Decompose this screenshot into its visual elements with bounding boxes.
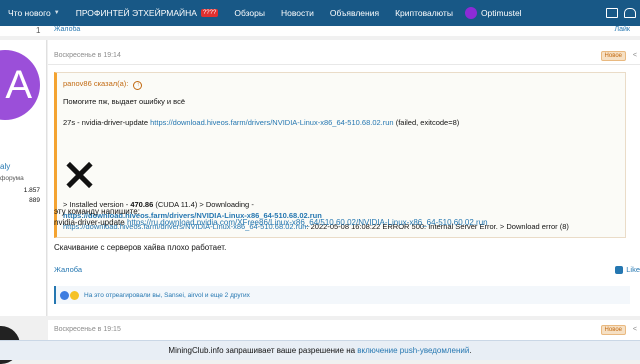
report-link[interactable]: Жалоба (54, 265, 82, 274)
nav-item-news[interactable]: Новости (273, 0, 322, 26)
previous-post-footer: 1 Жалоба Лайк (0, 26, 640, 36)
author-role: форума (0, 175, 24, 182)
wow-reaction-icon (70, 290, 79, 300)
author-sidebar: A aly форума 1.857 889 (0, 40, 47, 316)
nav-item-whats-new[interactable]: Что нового ▼ (0, 0, 68, 26)
share-icon[interactable]: < (633, 326, 637, 333)
nav-item-label: Что нового (8, 8, 51, 18)
quote-author-label: panov86 сказал(а): (63, 79, 129, 88)
thumbs-up-icon (615, 265, 624, 274)
post-text: эту команду напишите: (54, 207, 140, 216)
divider (48, 64, 640, 65)
like-label: Like (626, 265, 640, 274)
chevron-down-icon: ▼ (53, 10, 60, 16)
post-date[interactable]: Воскресенье в 19:14 (54, 52, 121, 59)
author-stat-reactions: 889 (29, 197, 40, 204)
arrow-up-icon[interactable]: ↑ (133, 81, 143, 90)
enable-push-link[interactable]: включение push-уведомлений (357, 346, 469, 355)
post-link[interactable]: https://ru.download.nvidia.com/XFree86/L… (127, 218, 488, 227)
nav-item-label: Криптовалюты (395, 8, 453, 18)
quote-author[interactable]: panov86 сказал(а): ↑ (63, 79, 143, 90)
avatar (464, 7, 477, 19)
nav-item-label: Объявления (329, 8, 380, 18)
author-name[interactable]: aly (0, 162, 10, 171)
push-text-suffix: . (469, 346, 472, 355)
share-icon[interactable]: < (633, 52, 637, 59)
new-badge: Новое (600, 325, 626, 335)
nav-icons (606, 8, 640, 18)
post-text: nvidia-driver-update https://ru.download… (54, 218, 488, 227)
nav-item-label: Новости (281, 8, 314, 18)
push-permission-bar: MiningClub.info запрашивает ваше разреше… (0, 340, 640, 360)
report-link[interactable]: Жалоба (54, 26, 80, 33)
broken-image-icon (65, 161, 93, 189)
quote-text-suffix: (CUDA 11.4) > Downloading - (153, 200, 254, 209)
nav-badge: ???? (200, 9, 219, 17)
quote-text-suffix: (failed, exitcode=8) (393, 118, 460, 127)
push-text: MiningClub.info запрашивает ваше разреше… (168, 346, 358, 355)
nav-item-reviews[interactable]: Обзоры (226, 0, 273, 26)
bell-icon[interactable] (624, 8, 636, 18)
user-menu[interactable]: Optimustel (464, 7, 522, 19)
post-date[interactable]: Воскресенье в 19:15 (54, 326, 121, 333)
reactions-text[interactable]: На это отреагировали вы, Sansei, airvol … (84, 292, 250, 299)
like-reaction-icon (60, 290, 69, 300)
quote-text: 27s - nvidia-driver-update https://downl… (63, 118, 459, 127)
nav-item-label: Обзоры (234, 8, 265, 18)
username: Optimustel (480, 8, 522, 18)
reactions-bar[interactable]: На это отреагировали вы, Sansei, airvol … (54, 286, 630, 304)
author-avatar[interactable]: A (0, 50, 40, 120)
new-badge: Новое (600, 51, 626, 61)
nav-item-crypto[interactable]: Криптовалюты (387, 0, 461, 26)
quote-link[interactable]: https://download.hiveos.farm/drivers/NVI… (150, 118, 393, 127)
like-link[interactable]: Лайк (615, 26, 630, 33)
post-number: 1 (36, 26, 41, 35)
author-stat-messages: 1.857 (23, 187, 40, 194)
quote-text: Помогите пж, выдает ошибку и всё (63, 97, 185, 106)
forum-post: Воскресенье в 19:14 Новое < panov86 сказ… (48, 40, 640, 316)
top-navigation: Что нового ▼ ПРОФИНТЕЙ ЭТХЕЙРМАЙНА ???? … (0, 0, 640, 26)
nav-item-label: ПРОФИНТЕЙ ЭТХЕЙРМАЙНА (75, 8, 197, 18)
post-text: Скачивание с серверов хайва плохо работа… (54, 243, 227, 252)
post-text-prefix: nvidia-driver-update (54, 218, 127, 227)
like-button[interactable]: Like (615, 265, 640, 274)
nav-item-profit[interactable]: ПРОФИНТЕЙ ЭТХЕЙРМАЙНА ???? (68, 0, 227, 26)
quote-text-prefix: 27s - nvidia-driver-update (63, 118, 151, 127)
mail-icon[interactable] (606, 8, 618, 18)
nav-item-ads[interactable]: Объявления (322, 0, 387, 26)
